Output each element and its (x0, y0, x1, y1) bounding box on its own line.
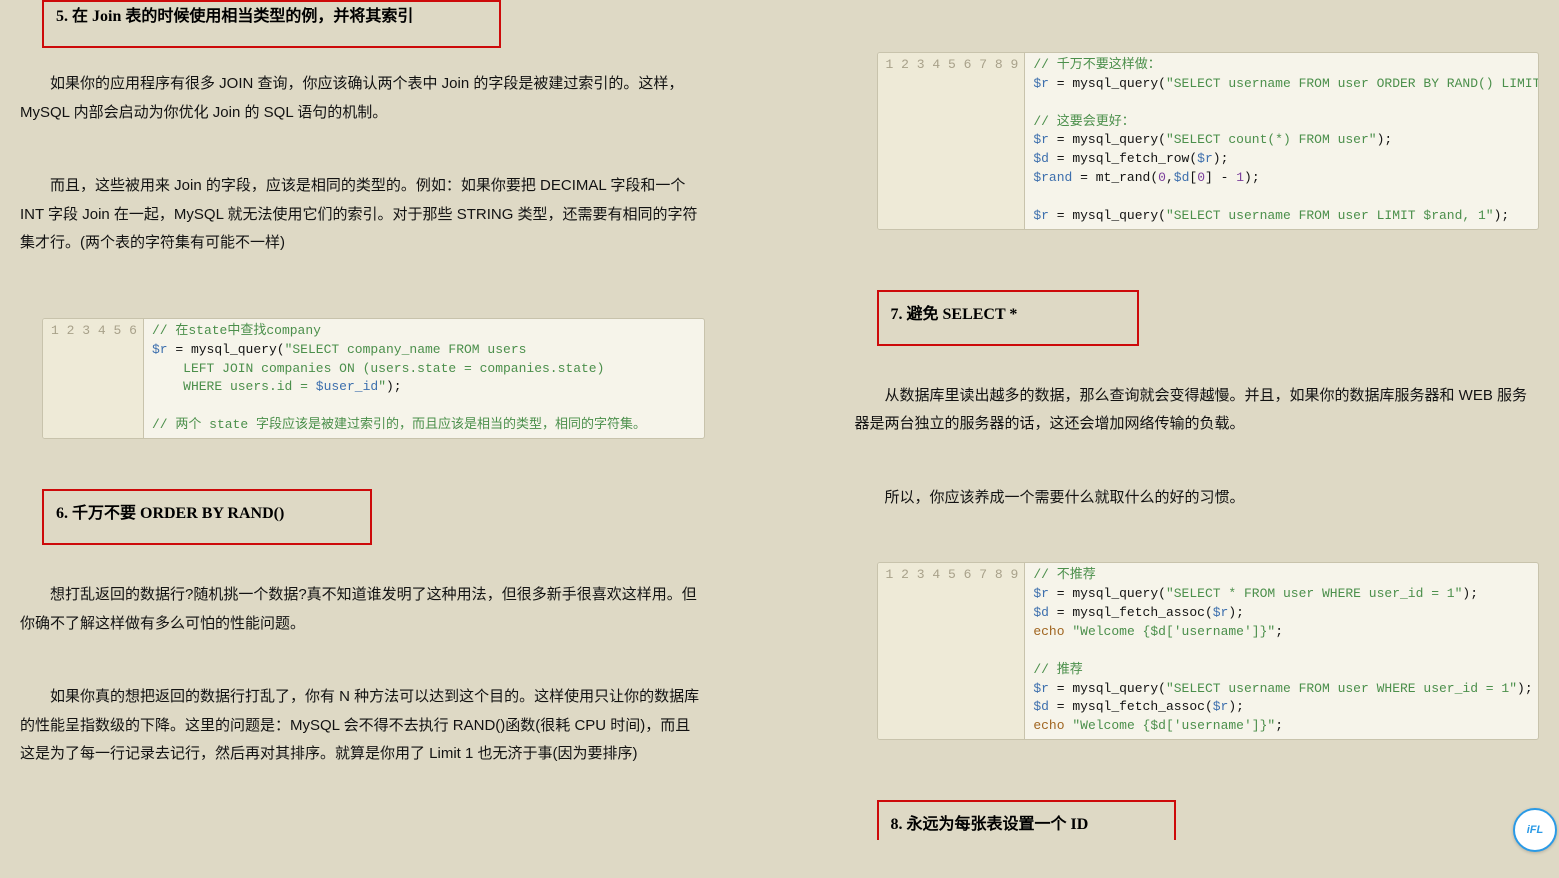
heading-7-box: 7. 避免 SELECT * (877, 290, 1140, 346)
code-5-gutter: 1 2 3 4 5 6 (43, 319, 144, 438)
heading-5: 5. 在 Join 表的时候使用相当类型的例，并将其索引 (56, 2, 413, 32)
p6a: 想打乱返回的数据行?随机挑一个数据?真不知道谁发明了这种用法，但很多新手很喜欢这… (20, 581, 705, 638)
p6b: 如果你真的想把返回的数据行打乱了，你有 N 种方法可以达到这个目的。这样使用只让… (20, 683, 705, 769)
p5b: 而且，这些被用来 Join 的字段，应该是相同的类型的。例如：如果你要把 DEC… (20, 172, 705, 258)
heading-6-box: 6. 千万不要 ORDER BY RAND() (42, 489, 372, 545)
code-6b-body: // 千万不要这样做： $r = mysql_query("SELECT use… (1025, 53, 1538, 229)
code-5-body: // 在state中查找company $r = mysql_query("SE… (144, 319, 704, 438)
code-7-body: // 不推荐 $r = mysql_query("SELECT * FROM u… (1025, 563, 1538, 739)
two-column-layout: 5. 在 Join 表的时候使用相当类型的例，并将其索引 如果你的应用程序有很多… (0, 0, 1559, 878)
right-column: 1 2 3 4 5 6 7 8 9 // 千万不要这样做： $r = mysql… (855, 0, 1540, 858)
heading-8-box: 8. 永远为每张表设置一个 ID (877, 800, 1177, 840)
heading-8: 8. 永远为每张表设置一个 ID (891, 810, 1089, 840)
code-7-gutter: 1 2 3 4 5 6 7 8 9 (878, 563, 1026, 739)
heading-5-box: 5. 在 Join 表的时候使用相当类型的例，并将其索引 (42, 0, 501, 48)
section-7-para-2: 所以，你应该养成一个需要什么就取什么的好的习惯。 (855, 484, 1540, 513)
code-6b-gutter: 1 2 3 4 5 6 7 8 9 (878, 53, 1026, 229)
section-6-para-1: 想打乱返回的数据行?随机挑一个数据?真不知道谁发明了这种用法，但很多新手很喜欢这… (20, 581, 705, 638)
section-6-para-2: 如果你真的想把返回的数据行打乱了，你有 N 种方法可以达到这个目的。这样使用只让… (20, 683, 705, 769)
p5a: 如果你的应用程序有很多 JOIN 查询，你应该确认两个表中 Join 的字段是被… (20, 70, 705, 127)
section-5-para-1: 如果你的应用程序有很多 JOIN 查询，你应该确认两个表中 Join 的字段是被… (20, 70, 705, 127)
code-block-6b: 1 2 3 4 5 6 7 8 9 // 千万不要这样做： $r = mysql… (877, 52, 1540, 230)
code-block-5: 1 2 3 4 5 6 // 在state中查找company $r = mys… (42, 318, 705, 439)
assistant-badge-icon[interactable]: iFL (1513, 808, 1557, 852)
code-block-7: 1 2 3 4 5 6 7 8 9 // 不推荐 $r = mysql_quer… (877, 562, 1540, 740)
spacer (855, 0, 1540, 44)
assistant-badge-label: iFL (1527, 820, 1544, 841)
p7a: 从数据库里读出越多的数据，那么查询就会变得越慢。并且，如果你的数据库服务器和 W… (855, 382, 1540, 439)
left-column: 5. 在 Join 表的时候使用相当类型的例，并将其索引 如果你的应用程序有很多… (20, 0, 705, 858)
section-5-para-2: 而且，这些被用来 Join 的字段，应该是相同的类型的。例如：如果你要把 DEC… (20, 172, 705, 258)
section-7-para-1: 从数据库里读出越多的数据，那么查询就会变得越慢。并且，如果你的数据库服务器和 W… (855, 382, 1540, 439)
heading-7: 7. 避免 SELECT * (891, 300, 1018, 330)
heading-6: 6. 千万不要 ORDER BY RAND() (56, 499, 284, 529)
p7b: 所以，你应该养成一个需要什么就取什么的好的习惯。 (855, 484, 1540, 513)
